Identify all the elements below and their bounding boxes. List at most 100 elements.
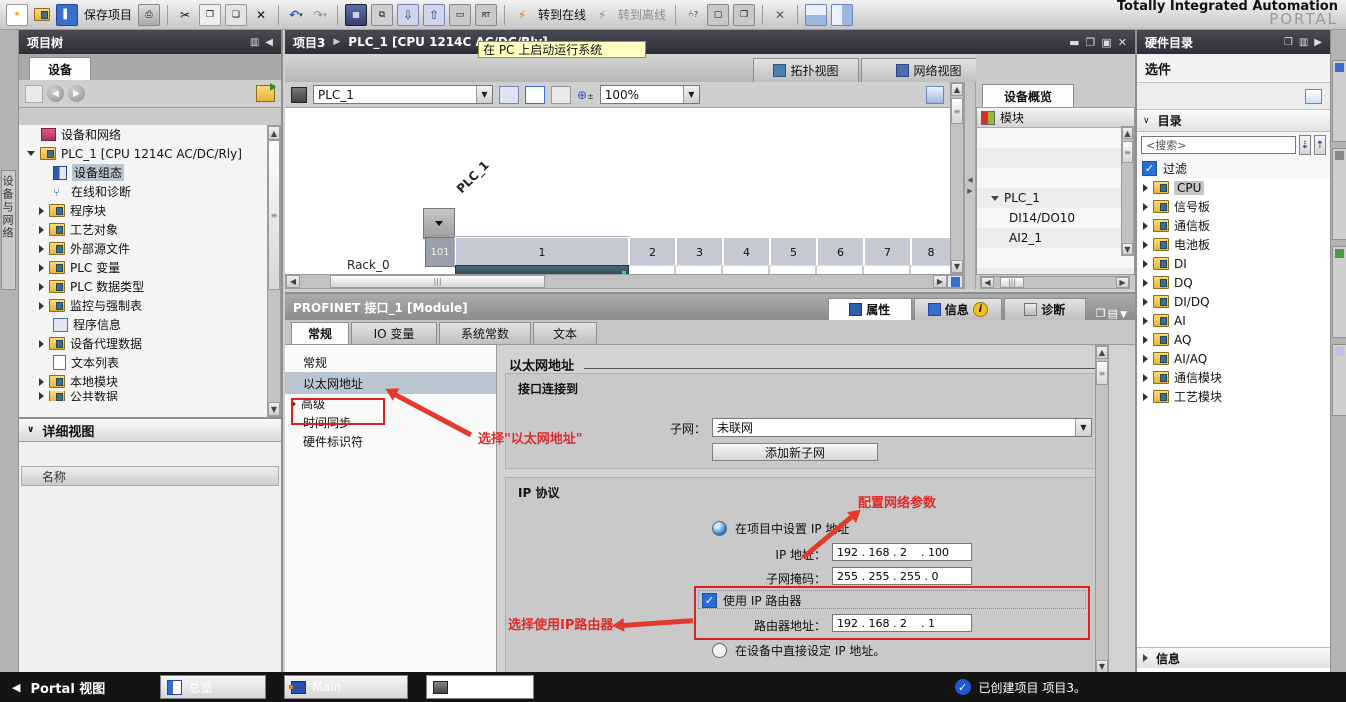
properties-vscrollbar[interactable]: ▲ ≡ ▼	[1095, 345, 1109, 674]
tree-item-external-sources[interactable]: 外部源文件	[19, 239, 267, 258]
slot-4[interactable]: 4	[723, 237, 770, 267]
download-icon[interactable]: ⇩	[397, 4, 419, 26]
chevron-right-icon[interactable]	[39, 378, 44, 386]
collapse-panel-icon[interactable]: ◀	[265, 37, 273, 48]
taskbar-plc1[interactable]: PLC_1	[426, 675, 534, 699]
tree-item-local-modules[interactable]: 本地模块	[19, 372, 267, 391]
chevron-right-icon[interactable]	[1143, 374, 1148, 382]
tab-properties[interactable]: 属性	[828, 298, 912, 320]
overview-row-plc[interactable]: PLC_1	[977, 188, 1134, 208]
open-project-icon[interactable]	[32, 5, 52, 25]
show-all-icon[interactable]	[947, 275, 963, 288]
subtab-io-tags[interactable]: IO 变量	[351, 322, 437, 344]
chevron-right-icon[interactable]	[1143, 336, 1148, 344]
chevron-right-icon[interactable]	[1143, 260, 1148, 268]
chevron-down-icon[interactable]	[27, 151, 35, 156]
side-tab-2[interactable]	[1332, 148, 1346, 240]
taskbar-overview[interactable]: 总览	[160, 675, 266, 699]
slot-3[interactable]: 3	[676, 237, 723, 267]
expand-panel-icon[interactable]: ▶	[1314, 37, 1322, 48]
side-tab-3[interactable]	[1332, 246, 1346, 338]
fit-width-icon[interactable]	[499, 86, 519, 104]
collapse-catalog-icon[interactable]: ∨	[1143, 116, 1150, 126]
slot-2[interactable]: 2	[629, 237, 676, 267]
info-section-header[interactable]: 信息	[1137, 647, 1330, 668]
tab-device-overview[interactable]: 设备概览	[982, 84, 1074, 107]
compile-device-icon[interactable]: ⧉	[371, 4, 393, 26]
ip-address-field[interactable]	[832, 543, 972, 561]
undo-icon[interactable]: ↶▾	[286, 5, 306, 25]
overview-row-ai[interactable]: AI2_1	[977, 228, 1134, 248]
remove-split-icon[interactable]: ✕	[770, 5, 790, 25]
splitter-right-icon[interactable]: ▶	[967, 187, 972, 195]
save-project-button[interactable]: 保存项目	[84, 6, 132, 23]
portal-view-button[interactable]: Portal 视图	[30, 678, 105, 697]
new-project-icon[interactable]: ✶	[6, 4, 28, 26]
subnet-mask-field[interactable]	[832, 567, 972, 585]
splitter-left-icon[interactable]: ◀	[967, 176, 972, 184]
nav-hardware-id[interactable]: 硬件标识符	[285, 432, 496, 451]
radio-unselected-icon[interactable]	[712, 643, 727, 658]
back-icon[interactable]: ◀	[47, 85, 64, 102]
paste-icon[interactable]: ❏	[225, 4, 247, 26]
catalog-item-aq[interactable]: AQ	[1137, 330, 1330, 349]
options-window-icon[interactable]	[1305, 89, 1322, 104]
forward-icon[interactable]: ▶	[68, 85, 85, 102]
go-online-button[interactable]: 转到在线	[538, 6, 586, 23]
chevron-right-icon[interactable]	[39, 302, 44, 310]
radio-selected-icon[interactable]	[712, 521, 727, 536]
tree-item-text-lists[interactable]: 文本列表	[19, 353, 267, 372]
start-cpu-icon[interactable]: ▭	[449, 4, 471, 26]
add-subnet-button[interactable]: 添加新子网	[712, 443, 878, 461]
split-horizontal-icon[interactable]	[805, 4, 827, 26]
overview-row-empty[interactable]	[977, 168, 1134, 188]
catalog-item-comm-board[interactable]: 通信板	[1137, 216, 1330, 235]
catalog-item-dq[interactable]: DQ	[1137, 273, 1330, 292]
overview-row-empty[interactable]	[977, 128, 1134, 148]
overview-row-empty[interactable]	[977, 148, 1134, 168]
maximize-icon[interactable]: ▣	[1101, 36, 1111, 49]
search-input[interactable]	[1141, 136, 1296, 154]
go-offline-button[interactable]: 转到离线	[618, 6, 666, 23]
tree-item-online-diag[interactable]: ⑂在线和诊断	[19, 182, 267, 201]
float-inspector-icon[interactable]: ❐	[1096, 307, 1106, 320]
overview-row-empty[interactable]	[977, 248, 1134, 268]
device-select[interactable]: PLC_1▼	[313, 85, 493, 104]
delete-icon[interactable]: ✕	[251, 5, 271, 25]
online-diagnostics-icon[interactable]: ⑃?	[683, 5, 703, 25]
overview-hscrollbar[interactable]: ◀ ||| ▶	[980, 276, 1130, 289]
subtab-general[interactable]: 常规	[291, 322, 349, 344]
canvas-hscrollbar[interactable]: ◀ ||| ▶	[285, 274, 964, 289]
zoom-icon[interactable]: ⊕±	[577, 88, 594, 102]
catalog-item-tech-modules[interactable]: 工艺模块	[1137, 387, 1330, 406]
print-icon[interactable]: ⎙	[138, 4, 160, 26]
filter-checkbox[interactable]: ✓	[1142, 161, 1157, 176]
close-editor-icon[interactable]: ✕	[1118, 36, 1127, 49]
subtab-system-constants[interactable]: 系统常数	[439, 322, 531, 344]
catalog-item-cpu[interactable]: CPU	[1137, 178, 1330, 197]
device-canvas[interactable]: PLC_1 101 1 2 3 4 5 6 7 8 Rack_0	[285, 108, 951, 274]
tree-scrollbar[interactable]: ▲ ≡ ▼	[267, 125, 281, 417]
tab-diagnostics[interactable]: 诊断	[1004, 298, 1086, 320]
slot-1[interactable]: 1	[455, 237, 629, 267]
chevron-right-icon[interactable]	[1143, 241, 1148, 249]
go-offline-plug-icon[interactable]: ⚡	[592, 5, 612, 25]
search-up-icon[interactable]: ⇡	[1314, 135, 1326, 155]
go-online-plug-icon[interactable]: ⚡	[512, 5, 532, 25]
pin-icon[interactable]: ▥	[250, 37, 259, 48]
slot-101[interactable]: 101	[425, 237, 455, 267]
chevron-right-icon[interactable]	[1143, 298, 1148, 306]
chevron-right-icon[interactable]	[1143, 317, 1148, 325]
breadcrumb-project[interactable]: 项目3	[293, 34, 325, 51]
catalog-item-di-dq[interactable]: DI/DQ	[1137, 292, 1330, 311]
grid-icon[interactable]	[551, 86, 571, 104]
minimize-icon[interactable]: ▬	[1069, 36, 1079, 49]
catalog-item-comm-modules[interactable]: 通信模块	[1137, 368, 1330, 387]
chevron-right-icon[interactable]	[39, 340, 44, 348]
pin-icon[interactable]: ▥	[1299, 37, 1308, 48]
copy-icon[interactable]: ❐	[199, 4, 221, 26]
splitter[interactable]: ◀▶	[964, 82, 976, 289]
overview-row-di-do[interactable]: DI14/DO10	[977, 208, 1134, 228]
window-split-icon[interactable]: ▢	[707, 4, 729, 26]
rack-dropdown-button[interactable]	[423, 208, 455, 239]
